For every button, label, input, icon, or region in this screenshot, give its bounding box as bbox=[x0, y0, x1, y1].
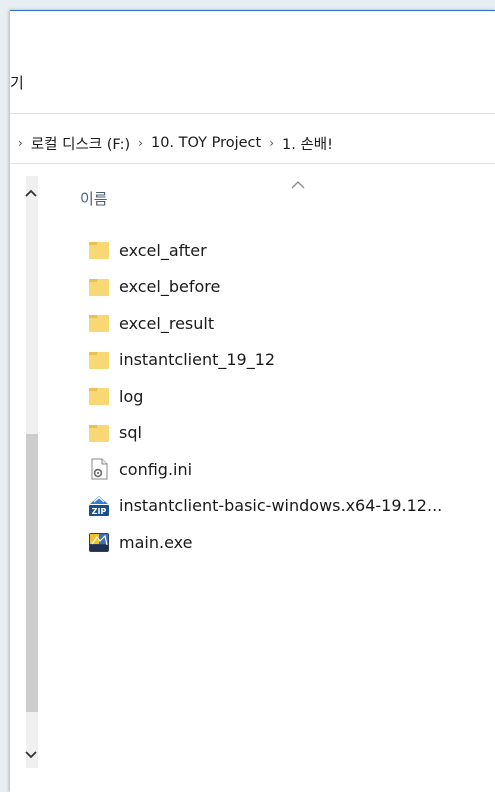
address-bar[interactable]: › 로컬 디스크 (F:) › 10. TOY Project › 1. 손배! bbox=[10, 124, 495, 162]
breadcrumb-drive[interactable]: 로컬 디스크 (F:) bbox=[31, 133, 130, 154]
sort-ascending-icon bbox=[291, 174, 305, 193]
ribbon-tab-label[interactable]: 기 bbox=[10, 72, 24, 93]
breadcrumb-chevron-icon[interactable]: › bbox=[18, 136, 23, 150]
list-item[interactable]: log bbox=[88, 378, 495, 415]
scrollbar-thumb[interactable] bbox=[26, 434, 38, 712]
window-top-border bbox=[10, 10, 495, 11]
nav-pane-scrollbar[interactable] bbox=[18, 176, 44, 768]
file-name: instantclient-basic-windows.x64-19.12... bbox=[119, 496, 443, 516]
zip-file-icon: ZIP bbox=[88, 495, 110, 517]
address-divider bbox=[10, 163, 495, 164]
file-name: config.ini bbox=[119, 459, 193, 479]
folder-icon bbox=[88, 239, 110, 261]
list-item[interactable]: config.ini bbox=[88, 451, 495, 488]
folder-icon bbox=[88, 349, 110, 371]
scroll-down-icon[interactable] bbox=[18, 742, 44, 768]
folder-icon bbox=[88, 385, 110, 407]
ribbon-divider bbox=[10, 113, 495, 114]
file-name: instantclient_19_12 bbox=[119, 350, 276, 370]
scroll-up-icon[interactable] bbox=[18, 180, 44, 206]
list-item[interactable]: instantclient_19_12 bbox=[88, 342, 495, 379]
file-name: excel_result bbox=[119, 313, 215, 333]
column-name-label: 이름 bbox=[80, 190, 108, 208]
file-name: excel_before bbox=[119, 277, 221, 297]
svg-text:ZIP: ZIP bbox=[92, 507, 107, 516]
folder-icon bbox=[88, 276, 110, 298]
file-name: excel_after bbox=[119, 240, 207, 260]
file-explorer-window: 기 › 로컬 디스크 (F:) › 10. TOY Project › 1. 손… bbox=[10, 10, 495, 792]
list-item[interactable]: main.exe bbox=[88, 524, 495, 561]
list-item[interactable]: excel_result bbox=[88, 305, 495, 342]
folder-icon bbox=[88, 422, 110, 444]
breadcrumb-toy-project[interactable]: 10. TOY Project bbox=[151, 135, 261, 151]
file-name: log bbox=[119, 386, 144, 406]
exe-file-icon bbox=[88, 531, 110, 553]
folder-icon bbox=[88, 312, 110, 334]
list-item[interactable]: excel_after bbox=[88, 232, 495, 269]
breadcrumb-chevron-icon[interactable]: › bbox=[138, 136, 143, 150]
breadcrumb-current-folder[interactable]: 1. 손배! bbox=[282, 133, 333, 154]
column-header-name[interactable]: 이름 bbox=[80, 180, 480, 212]
list-item[interactable]: ZIP instantclient-basic-windows.x64-19.1… bbox=[88, 488, 495, 525]
config-file-icon bbox=[88, 458, 110, 480]
list-item[interactable]: sql bbox=[88, 415, 495, 452]
breadcrumb-chevron-icon[interactable]: › bbox=[269, 136, 274, 150]
list-item[interactable]: excel_before bbox=[88, 269, 495, 306]
file-list: excel_after excel_before excel_result in… bbox=[88, 232, 495, 561]
file-name: sql bbox=[119, 423, 142, 443]
file-name: main.exe bbox=[119, 532, 193, 552]
